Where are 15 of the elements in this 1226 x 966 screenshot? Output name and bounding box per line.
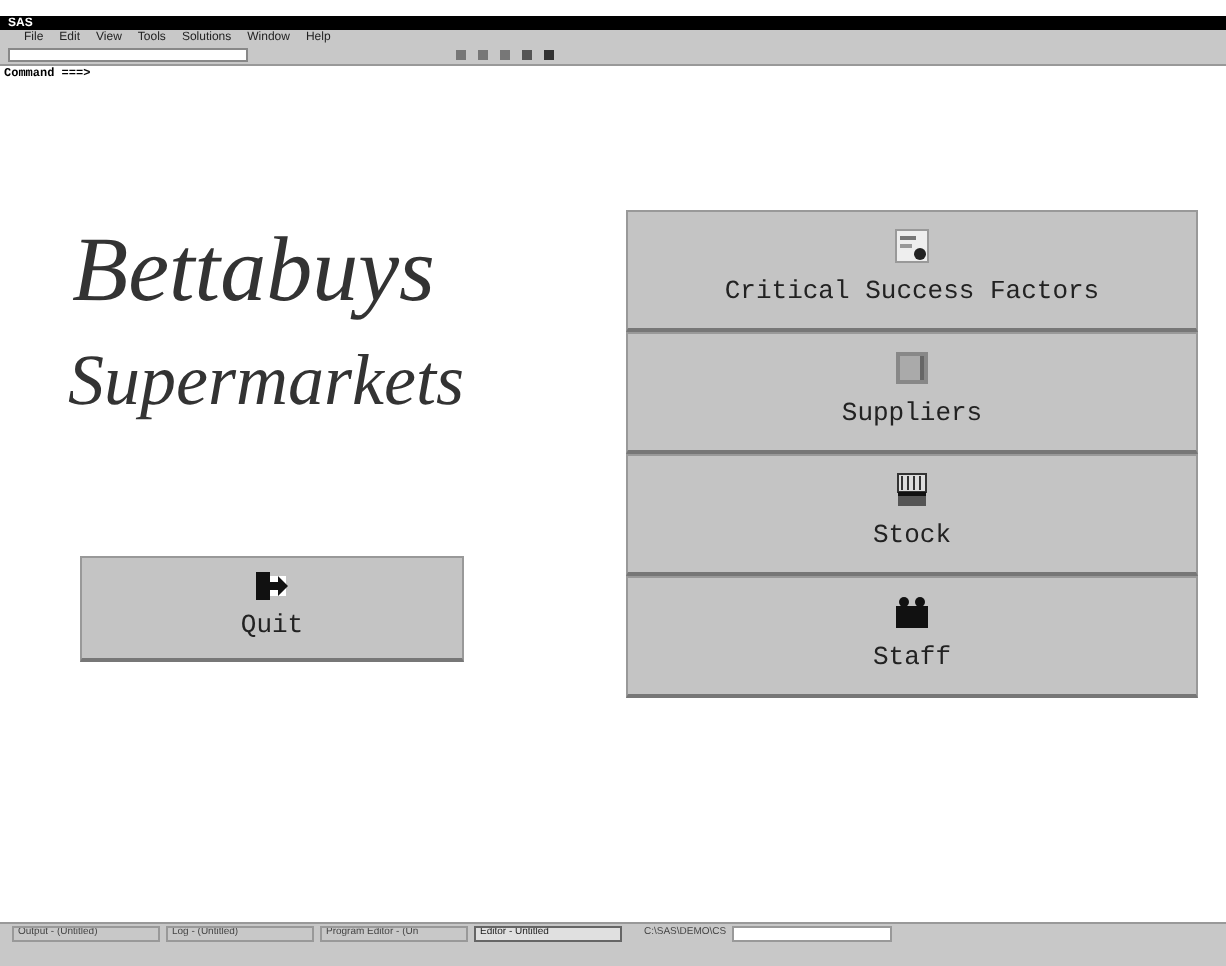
document-icon <box>894 228 930 265</box>
logo-subtitle: Supermarkets <box>68 344 466 416</box>
nav-button[interactable]: Staff <box>626 576 1198 698</box>
book-icon <box>894 350 930 387</box>
command-field[interactable] <box>8 48 248 62</box>
quit-button[interactable]: Quit <box>80 556 464 662</box>
people-icon <box>894 594 930 631</box>
nav-button[interactable]: Suppliers <box>626 332 1198 454</box>
exit-door-icon <box>254 570 290 603</box>
nav-button[interactable]: Stock <box>626 454 1198 576</box>
logo-title: Bettabuys <box>72 224 437 316</box>
nav-button[interactable]: Critical Success Factors <box>626 210 1198 332</box>
status-field[interactable] <box>732 925 893 941</box>
toolbar-icons-drawing <box>456 50 554 60</box>
shelf-icon <box>894 472 930 509</box>
